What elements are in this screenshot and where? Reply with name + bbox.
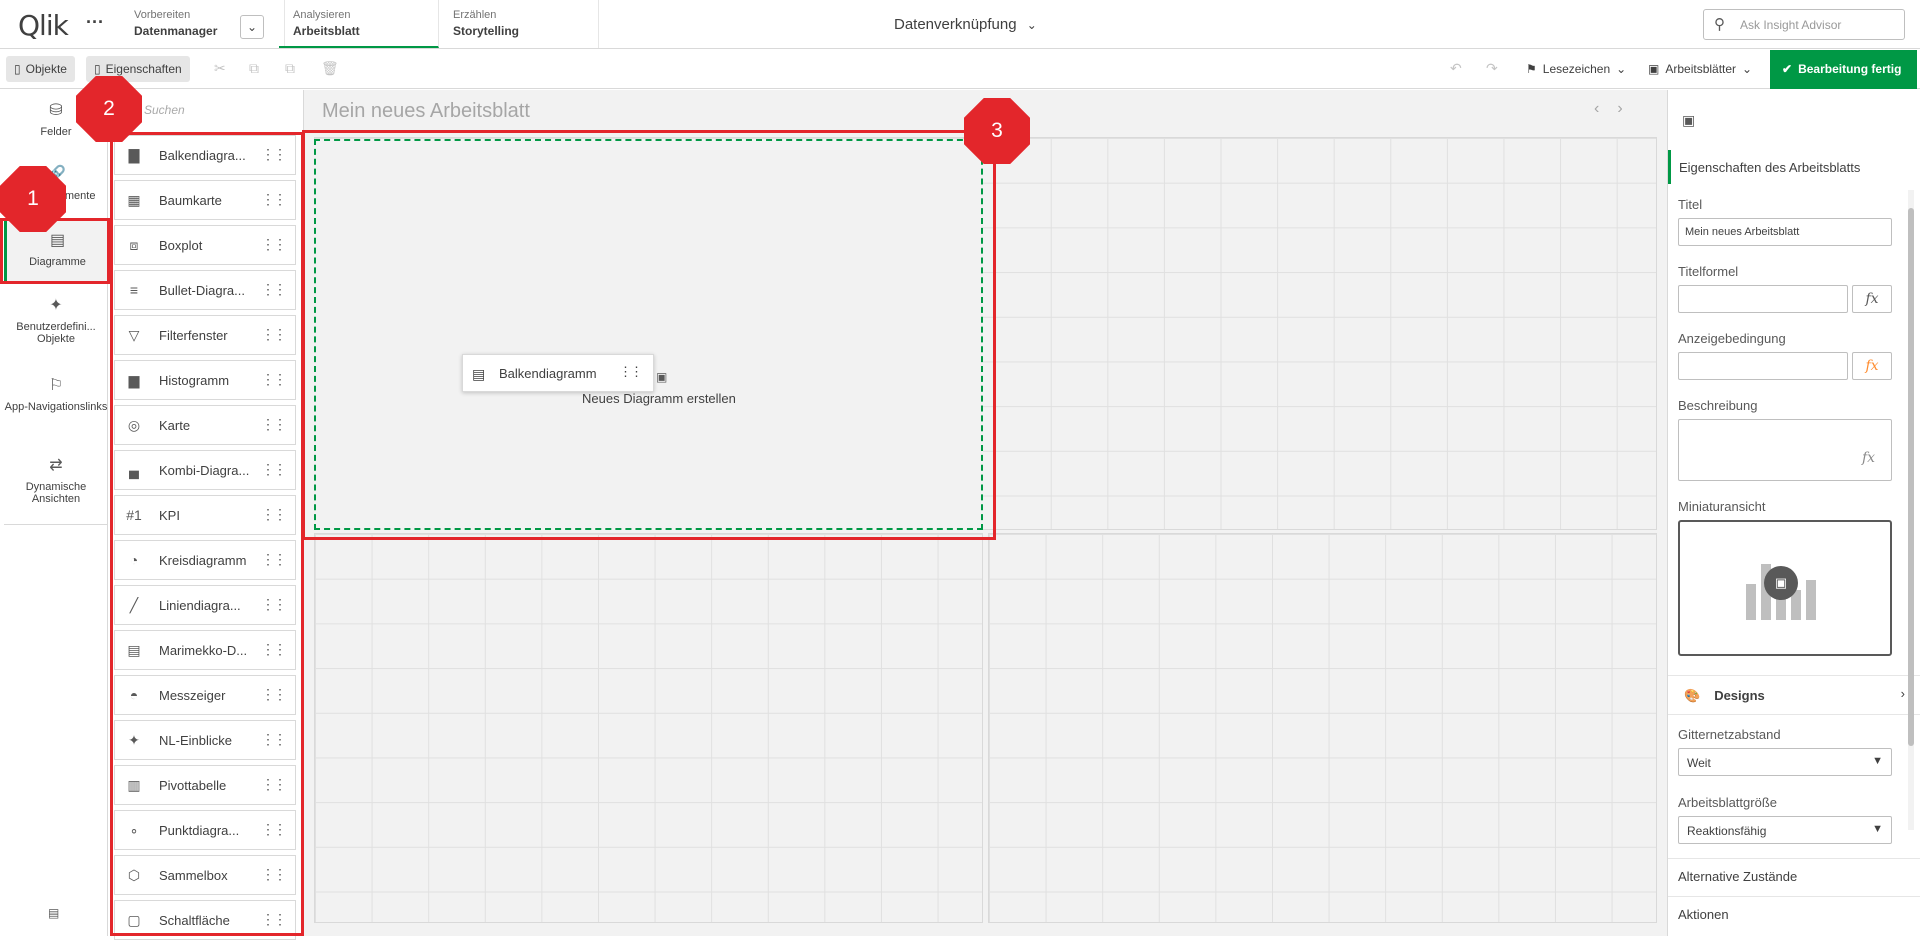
properties-label: Eigenschaften bbox=[105, 62, 182, 76]
designs-label: Designs bbox=[1714, 688, 1765, 703]
caret-down-icon: ▼ bbox=[1872, 823, 1883, 835]
sheet-size-label: Arbeitsblattgröße bbox=[1678, 795, 1777, 810]
nav-custom-objects[interactable]: ✦ Benutzerdefini... Objekte bbox=[4, 295, 108, 359]
done-editing-button[interactable]: ✔ Bearbeitung fertig bbox=[1770, 50, 1917, 89]
search-icon: ⚲ bbox=[1714, 16, 1725, 33]
designs-section[interactable]: 🎨 Designs › bbox=[1668, 675, 1920, 715]
nav-fields-label: Felder bbox=[40, 126, 72, 138]
bookmark-icon: ⚑ bbox=[1526, 62, 1537, 76]
title-formula-input[interactable] bbox=[1678, 285, 1848, 313]
copy-icon[interactable]: ⧉ bbox=[249, 60, 259, 77]
thumbnail-bar bbox=[1746, 584, 1756, 620]
chevron-down-icon: ⌄ bbox=[1742, 62, 1753, 76]
bookmarks-button[interactable]: ⚑ Lesezeichen ⌄ bbox=[1518, 56, 1634, 82]
bookmarks-label: Lesezeichen bbox=[1542, 62, 1611, 76]
insight-placeholder: Ask Insight Advisor bbox=[1740, 18, 1842, 32]
puzzle-icon: ✦ bbox=[49, 297, 63, 314]
redo-icon[interactable]: ↷ bbox=[1486, 60, 1498, 77]
annotation-box-3 bbox=[302, 130, 996, 540]
actions-section[interactable]: Aktionen bbox=[1668, 896, 1920, 934]
sheet-nav-arrows: ‹› bbox=[1594, 100, 1641, 118]
grid-cell-bottom-right[interactable] bbox=[988, 533, 1657, 923]
nav-app-links-label: App-Navigationslinks bbox=[4, 401, 108, 413]
qlik-logo[interactable]: Qlik bbox=[18, 9, 69, 42]
cut-icon[interactable]: ✂ bbox=[214, 60, 226, 77]
fx-icon[interactable]: fx bbox=[1862, 450, 1875, 466]
panel-icon: ▯ bbox=[94, 62, 101, 76]
chevron-down-icon: ⌄ bbox=[1026, 18, 1037, 32]
sheets-button[interactable]: ▣ Arbeitsblätter ⌄ bbox=[1640, 56, 1760, 82]
properties-scrollbar-thumb[interactable] bbox=[1908, 208, 1914, 746]
alt-states-section[interactable]: Alternative Zustände bbox=[1668, 858, 1920, 896]
chevron-down-icon[interactable]: ⌄ bbox=[240, 15, 264, 39]
signpost-icon: ⚐ bbox=[48, 377, 64, 394]
nav-dynamic-views[interactable]: ⇄ Dynamische Ansichten bbox=[4, 455, 108, 519]
nav-custom-objects-label: Benutzerdefini... Objekte bbox=[16, 321, 96, 345]
thumbnail-label: Miniaturansicht bbox=[1678, 499, 1766, 514]
next-sheet-icon[interactable]: › bbox=[1617, 100, 1640, 117]
image-upload-icon[interactable]: ▣ bbox=[1764, 566, 1798, 600]
objects-button[interactable]: ▯ Objekte bbox=[6, 56, 75, 82]
prev-sheet-icon[interactable]: ‹ bbox=[1594, 100, 1617, 117]
sheet-properties-header[interactable]: Eigenschaften des Arbeitsblatts bbox=[1668, 150, 1920, 184]
description-textarea[interactable] bbox=[1678, 419, 1892, 481]
grid-spacing-label: Gitternetzabstand bbox=[1678, 727, 1781, 742]
insight-search-input[interactable]: ⚲ Ask Insight Advisor bbox=[1703, 9, 1905, 40]
caret-down-icon: ▼ bbox=[1872, 755, 1883, 767]
chevron-down-icon: ⌄ bbox=[1616, 62, 1627, 76]
grid-cell-bottom-left[interactable] bbox=[314, 533, 983, 923]
nav-divider bbox=[4, 524, 108, 525]
edit-toolbar: ▯ Objekte ▯ Eigenschaften ✂ ⧉ ⧉ 🗑 ↶ ↷ ⚑ Les… bbox=[0, 50, 1920, 89]
sheet-title[interactable]: Mein neues Arbeitsblatt bbox=[322, 100, 530, 123]
grid-spacing-select[interactable]: Weit ▼ bbox=[1678, 748, 1892, 776]
thumbnail-bar bbox=[1806, 580, 1816, 620]
description-label: Beschreibung bbox=[1678, 398, 1758, 413]
collapse-panel-icon[interactable]: ▤ bbox=[48, 906, 59, 920]
fx-icon[interactable]: fx bbox=[1852, 285, 1892, 313]
sheets-icon: ▣ bbox=[1648, 62, 1660, 76]
show-condition-label: Anzeigebedingung bbox=[1678, 331, 1786, 346]
thumbnail-preview[interactable]: ▣ bbox=[1678, 520, 1892, 656]
sheets-label: Arbeitsblätter bbox=[1665, 62, 1737, 76]
show-condition-input[interactable] bbox=[1678, 352, 1848, 380]
sheet-size-value: Reaktionsfähig bbox=[1687, 824, 1767, 838]
app-title[interactable]: Datenverknüpfung ⌄ bbox=[894, 16, 1037, 33]
title-formula-label: Titelformel bbox=[1678, 264, 1739, 279]
duplicate-icon[interactable]: ⧉ bbox=[285, 60, 295, 77]
annotation-badge-3: 3 bbox=[964, 98, 1030, 164]
tab-narrate-label: Storytelling bbox=[453, 24, 520, 38]
nav-app-links[interactable]: ⚐ App-Navigationslinks bbox=[4, 375, 108, 439]
panel-icon: ▯ bbox=[14, 62, 21, 76]
properties-panel: ▣ Eigenschaften des Arbeitsblatts Titel … bbox=[1667, 90, 1920, 936]
actions-label: Aktionen bbox=[1678, 907, 1729, 922]
fx-icon[interactable]: fx bbox=[1852, 352, 1892, 380]
sheet-icon: ▣ bbox=[1682, 112, 1696, 128]
sheet-size-select[interactable]: Reaktionsfähig ▼ bbox=[1678, 816, 1892, 844]
more-dots-icon[interactable]: ··· bbox=[86, 12, 104, 33]
grid-spacing-value: Weit bbox=[1687, 756, 1711, 770]
alt-states-label: Alternative Zustände bbox=[1678, 869, 1798, 884]
title-label: Titel bbox=[1678, 197, 1703, 212]
chevron-right-icon: › bbox=[1900, 686, 1905, 701]
tab-narrate[interactable]: Erzählen Storytelling bbox=[439, 0, 599, 48]
tab-analyze-label: Arbeitsblatt bbox=[293, 24, 360, 38]
top-bar: Qlik ··· Vorbereiten Datenmanager ⌄ Anal… bbox=[0, 0, 1920, 49]
nav-dynamic-views-label: Dynamische Ansichten bbox=[25, 481, 87, 505]
done-editing-label: Bearbeitung fertig bbox=[1798, 62, 1902, 76]
refresh-list-icon: ⇄ bbox=[49, 457, 63, 474]
delete-icon[interactable]: 🗑 bbox=[321, 60, 339, 77]
app-title-text: Datenverknüpfung bbox=[894, 16, 1017, 33]
tab-analyze-small: Analysieren bbox=[293, 9, 351, 21]
title-input[interactable]: Mein neues Arbeitsblatt bbox=[1678, 218, 1892, 246]
properties-scrollbar[interactable] bbox=[1908, 190, 1914, 830]
objects-label: Objekte bbox=[25, 62, 67, 76]
check-icon: ✔ bbox=[1782, 62, 1793, 76]
palette-icon: 🎨 bbox=[1684, 688, 1701, 703]
undo-icon[interactable]: ↶ bbox=[1450, 60, 1462, 77]
tab-analyze[interactable]: Analysieren Arbeitsblatt bbox=[279, 0, 439, 48]
annotation-box-2 bbox=[110, 132, 304, 936]
tab-narrate-small: Erzählen bbox=[453, 9, 497, 21]
